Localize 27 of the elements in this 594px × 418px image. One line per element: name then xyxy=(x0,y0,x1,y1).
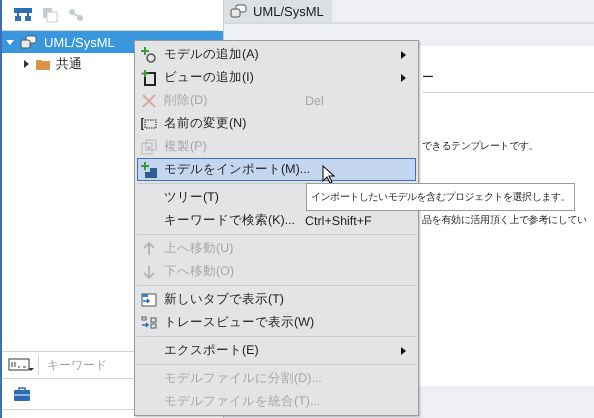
cross-icon xyxy=(142,94,156,108)
new-tab-icon xyxy=(141,292,157,306)
menu-item[interactable]: エクスポート(E) xyxy=(137,339,416,362)
heading-text: ー xyxy=(422,69,434,86)
menu-item[interactable]: 新しいタブで表示(T) xyxy=(137,288,416,311)
plus-import-icon xyxy=(141,162,157,178)
copy-icon xyxy=(141,138,157,154)
toolbox-icon[interactable] xyxy=(14,387,30,401)
menu-item[interactable]: 名前の変更(N) xyxy=(137,112,416,135)
tree-layout-icon[interactable] xyxy=(14,8,32,22)
menu-item[interactable]: トレースビューで表示(W) xyxy=(137,311,416,334)
plus-square-icon xyxy=(141,70,157,86)
menu-item[interactable]: キーワードで検索(K)... Ctrl+Shift+F xyxy=(137,209,416,232)
tooltip: インポートしたいモデルを含むプロジェクトを選択します。 xyxy=(306,183,576,211)
up-arrow-icon xyxy=(143,242,155,256)
down-arrow-icon xyxy=(143,264,155,278)
mouse-pointer-icon xyxy=(322,165,335,184)
document-tab[interactable]: UML/SysML xyxy=(224,0,332,22)
rename-icon xyxy=(141,118,157,130)
expand-triangle-icon[interactable] xyxy=(22,60,30,68)
menu-item[interactable]: モデルをインポート(M)... xyxy=(137,158,416,181)
folder-icon xyxy=(36,58,50,70)
body-text: 品を有効に活用頂く上で参考にしてい xyxy=(422,214,588,228)
menu-item[interactable]: ビューの追加(I) xyxy=(137,66,416,89)
trace-icon xyxy=(141,316,157,330)
body-text: できるテンプレートです。 xyxy=(422,140,540,154)
collapse-triangle-icon[interactable] xyxy=(6,38,14,46)
